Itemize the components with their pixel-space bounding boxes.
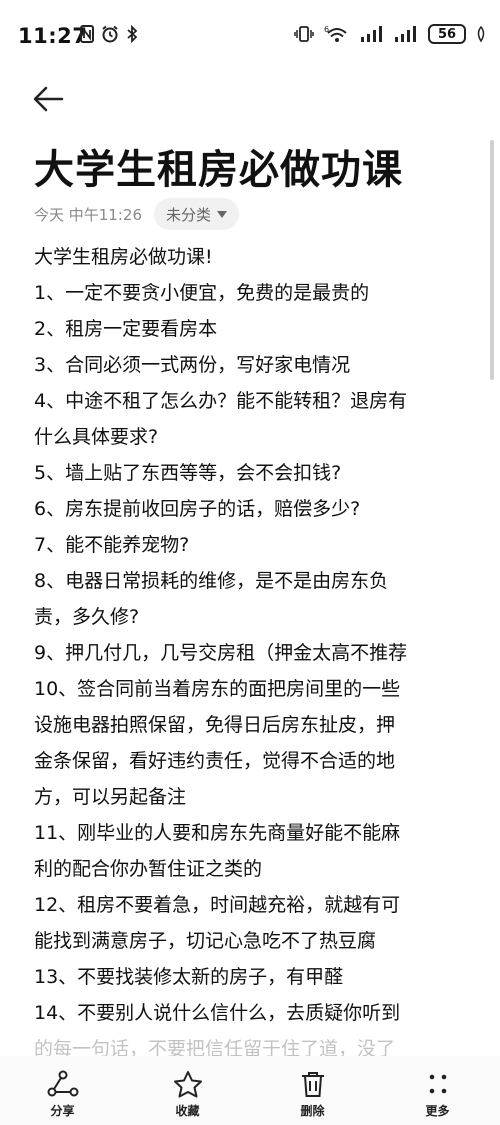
note-line: 4、中途不租了怎么办？能不能转租？退房有	[34, 390, 408, 412]
note-line: 5、墙上贴了东西等等，会不会扣钱?	[34, 462, 342, 484]
category-label: 未分类	[166, 205, 212, 224]
note-line: 设施电器拍照保留，免得日后房东扯皮，押	[34, 714, 396, 736]
caret-down-icon	[217, 210, 228, 218]
note-line: 10、签合同前当着房东的面把房间里的一些	[34, 678, 401, 700]
trash-icon	[301, 1072, 324, 1097]
status-right-icons: 6 56	[294, 24, 486, 44]
note-date: 今天 中午11:26	[34, 205, 142, 224]
share-icon	[47, 1070, 78, 1097]
note-line: 责，多久修?	[34, 606, 140, 628]
star-icon	[173, 1071, 202, 1098]
bottom-toolbar: 分享 收藏 删除 更多	[0, 1056, 500, 1125]
more-button[interactable]: 更多	[375, 1056, 500, 1125]
leaf-icon	[477, 26, 485, 42]
more-dots-icon	[429, 1074, 446, 1094]
bluetooth-icon	[127, 25, 138, 43]
more-label: 更多	[425, 1104, 450, 1118]
vibrate-icon	[294, 26, 314, 42]
note-line: 的每一句话，不要把信任留于住了道，没了	[34, 1038, 396, 1056]
back-button[interactable]	[30, 84, 70, 114]
delete-button[interactable]: 删除	[250, 1056, 375, 1125]
note-line: 6、房东提前收回房子的话，赔偿多少?	[34, 498, 361, 520]
alarm-icon	[102, 25, 118, 43]
note-line: 金条保留，看好违约责任，觉得不合适的地	[34, 750, 396, 772]
note-line: 3、合同必须一式两份，写好家电情况	[34, 354, 351, 376]
note-line: 大学生租房必做功课!	[34, 246, 213, 268]
share-label: 分享	[50, 1104, 75, 1118]
note-line: 利的配合你办暂住证之类的	[34, 858, 263, 880]
note-line: 2、租房一定要看房本	[34, 318, 218, 340]
status-time: 11:27	[18, 24, 88, 48]
favorite-label: 收藏	[175, 1104, 200, 1118]
favorite-button[interactable]: 收藏	[125, 1056, 250, 1125]
note-line: 11、刚毕业的人要和房东先商量好能不能麻	[34, 822, 401, 844]
note-line: 7、能不能养宠物?	[34, 534, 190, 556]
note-line: 13、不要找装修太新的房子，有甲醛	[34, 966, 344, 988]
note-line: 1、一定不要贪小便宜，免费的是最贵的	[34, 282, 370, 304]
delete-label: 删除	[300, 1104, 325, 1118]
share-button[interactable]: 分享	[0, 1056, 125, 1125]
nfc-icon	[80, 25, 94, 43]
signal-icon-1	[361, 26, 382, 42]
note-line: 12、租房不要着急，时间越充裕，就越有可	[34, 894, 401, 916]
note-line: 能找到满意房子，切记心急吃不了热豆腐	[34, 930, 377, 952]
note-line: 14、不要别人说什么信什么，去质疑你听到	[34, 1002, 401, 1024]
note-line: 方，可以另起备注	[34, 786, 187, 808]
note-line: 9、押几付几，几号交房租（押金太高不推荐	[34, 642, 408, 664]
back-arrow-icon	[33, 86, 64, 112]
battery-indicator: 56	[428, 24, 466, 44]
note-line: 8、电器日常损耗的维修，是不是由房东负	[34, 570, 389, 592]
status-left-icons	[80, 25, 138, 43]
scrollbar[interactable]	[490, 140, 494, 380]
note-body[interactable]: 大学生租房必做功课! 1、一定不要贪小便宜，免费的是最贵的 2、租房一定要看房本 3、…	[34, 239, 474, 1056]
category-dropdown[interactable]: 未分类	[154, 198, 240, 230]
status-bar: 11:27 6 56	[0, 0, 500, 76]
note-title[interactable]: 大学生租房必做功课	[34, 137, 403, 195]
note-meta: 今天 中午11:26 未分类	[34, 198, 240, 230]
signal-icon-2	[395, 26, 416, 42]
wifi-icon: 6	[324, 25, 347, 42]
note-line: 什么具体要求?	[34, 426, 159, 448]
